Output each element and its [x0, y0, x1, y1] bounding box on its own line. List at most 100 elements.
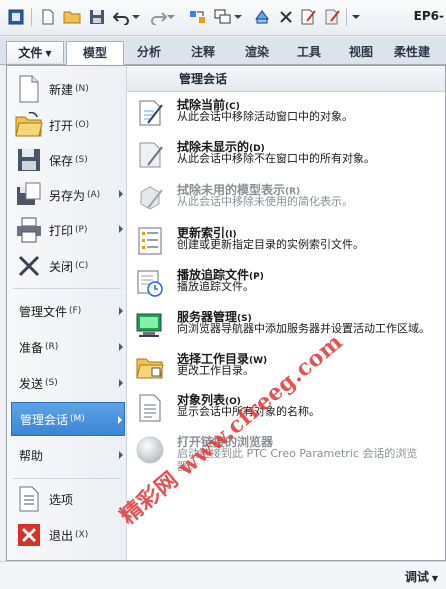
menu-separator	[13, 478, 121, 479]
menu-item-label: 管理文件	[19, 304, 68, 319]
menu-item-shortcut: (S)	[75, 155, 88, 165]
menu-item-label: 关闭	[49, 259, 74, 274]
submenu-item-play-trail-file[interactable]: 播放追踪文件(P) 播放追踪文件。	[127, 266, 445, 304]
menu-item-manage-file[interactable]: 管理文件 (F)	[11, 294, 125, 328]
submenu-item-erase-current[interactable]: 拭除当前(C) 从此会话中移除活动窗口中的对象。	[127, 96, 445, 136]
menu-item-label: 打印	[49, 223, 74, 238]
menu-item-shortcut: (A)	[87, 190, 101, 200]
tab-flexible-modeling[interactable]: 柔性建	[394, 41, 446, 63]
working-directory-folder-icon	[135, 352, 165, 382]
windows-dropdown-icon[interactable]	[233, 7, 243, 27]
tab-analysis[interactable]: 分析	[126, 41, 172, 63]
submenu-item-server-management[interactable]: 服务器管理(S) 向浏览器导航器中添加服务器并设置活动工作区域。	[127, 308, 445, 352]
debug-label: 调试	[404, 570, 429, 584]
menu-item-shortcut: (O)	[75, 120, 90, 130]
toolbar-separator	[31, 8, 32, 26]
undo-icon[interactable]	[112, 7, 132, 27]
app-window-icon[interactable]	[6, 7, 26, 27]
menu-item-prepare[interactable]: 准备 (R)	[11, 330, 125, 364]
menu-item-label: 发送	[19, 376, 44, 391]
file-tab-label: 文件	[18, 46, 43, 60]
file-menu-tab[interactable]: 文件 ▼	[6, 41, 64, 63]
submenu-item-update-index[interactable]: 更新索引(I) 创建或更新指定目录的实例索引文件。	[127, 224, 445, 262]
menu-separator	[13, 288, 121, 289]
file-menu-left-column: 新建 (N) 打开 (O) 保存 (S) 另存为 (A) 打印 (P) 关闭 (…	[7, 66, 127, 560]
menu-item-label: 选项	[49, 492, 74, 507]
menu-item-shortcut: (N)	[75, 84, 89, 94]
tab-render[interactable]: 渲染	[234, 41, 280, 63]
save-as-icon	[15, 181, 43, 209]
chevron-down-icon: ▼	[45, 48, 52, 58]
menu-item-exit[interactable]: 退出 (X)	[11, 518, 125, 552]
printer-icon	[15, 216, 43, 244]
index-list-icon	[135, 226, 165, 256]
submenu-arrow-icon	[119, 451, 123, 459]
redo-icon[interactable]	[148, 7, 168, 27]
open-folder-icon[interactable]	[62, 7, 82, 27]
new-file-icon[interactable]	[38, 7, 58, 27]
submenu-arrow-icon	[119, 225, 123, 233]
menu-item-label: 新建	[49, 82, 74, 97]
tab-tools[interactable]: 工具	[286, 41, 332, 63]
ribbon-tab-bar: 文件 ▼ 模型 分析 注释 渲染 工具 视图 柔性建	[0, 37, 446, 65]
menu-item-manage-session[interactable]: 管理会话 (M)	[11, 402, 125, 436]
menu-item-help[interactable]: 帮助	[11, 438, 125, 472]
windows-icon[interactable]	[213, 7, 233, 27]
debug-dropdown[interactable]: 调试 ▼	[405, 568, 438, 585]
submenu-arrow-icon	[119, 343, 123, 351]
submenu-arrow-icon	[118, 416, 122, 424]
menu-item-send[interactable]: 发送 (S)	[11, 366, 125, 400]
menu-item-shortcut: (F)	[69, 306, 82, 316]
menu-item-new[interactable]: 新建 (N)	[11, 72, 125, 106]
menu-item-save[interactable]: 保存 (S)	[11, 143, 125, 177]
tab-annotate[interactable]: 注释	[180, 41, 226, 63]
submenu-arrow-icon	[119, 190, 123, 198]
save-disk-icon	[15, 146, 43, 174]
tab-view[interactable]: 视图	[338, 41, 384, 63]
submenu-item-description: 播放追踪文件。	[177, 280, 254, 293]
menu-item-open[interactable]: 打开 (O)	[11, 108, 125, 142]
close-x-icon	[15, 252, 43, 280]
menu-item-close[interactable]: 关闭 (C)	[11, 249, 125, 283]
regenerate-icon[interactable]	[188, 7, 208, 27]
submenu-arrow-icon	[119, 379, 123, 387]
menu-item-shortcut: (R)	[45, 342, 59, 352]
menu-item-print[interactable]: 打印 (P)	[11, 213, 125, 247]
open-folder-icon	[15, 111, 43, 139]
options-list-icon	[15, 485, 43, 513]
menu-item-save-as[interactable]: 另存为 (A)	[11, 178, 125, 212]
toolbar-separator	[346, 8, 347, 26]
menu-item-label: 打开	[49, 118, 74, 133]
erase-not-displayed-icon[interactable]	[322, 7, 342, 27]
file-menu-panel: 新建 (N) 打开 (O) 保存 (S) 另存为 (A) 打印 (P) 关闭 (…	[6, 65, 446, 561]
menu-item-label: 管理会话	[20, 412, 69, 427]
customize-toolbar-dropdown-icon[interactable]	[350, 7, 362, 27]
menu-item-label: 帮助	[19, 448, 44, 463]
menu-item-shortcut: (X)	[75, 530, 89, 540]
submenu-item-description: 创建或更新指定目录的实例索引文件。	[177, 238, 364, 251]
undo-dropdown-icon[interactable]	[131, 7, 141, 27]
object-list-document-icon	[135, 393, 165, 423]
save-icon[interactable]	[87, 7, 107, 27]
erase-icon[interactable]	[276, 7, 296, 27]
menu-item-shortcut: (P)	[75, 225, 88, 235]
menu-item-label: 退出	[49, 528, 74, 543]
submenu-item-description: 从此会话中移除不在窗口中的所有对象。	[177, 152, 375, 165]
submenu-item-description: 从此会话中移除未使用的简化表示。	[177, 195, 353, 208]
trail-file-clock-icon	[135, 268, 165, 298]
submenu-header: 管理会话	[127, 66, 445, 92]
quick-access-toolbar: EP6-	[0, 0, 446, 36]
menu-item-shortcut: (C)	[75, 261, 89, 271]
submenu-item-erase-not-displayed[interactable]: 拭除未显示的(D) 从此会话中移除不在窗口中的所有对象。	[127, 138, 445, 186]
menu-item-shortcut: (M)	[70, 414, 85, 424]
tab-model[interactable]: 模型	[66, 41, 124, 65]
submenu-item-description: 显示会话中所有对象的名称。	[177, 405, 320, 418]
window-close-icon[interactable]	[252, 7, 272, 27]
menu-item-options[interactable]: 选项	[11, 482, 125, 516]
chevron-down-icon: ▼	[431, 574, 438, 583]
erase-not-displayed-icon	[135, 140, 165, 170]
submenu-item-description: 向浏览器导航器中添加服务器并设置活动工作区域。	[177, 322, 430, 335]
redo-dropdown-icon[interactable]	[166, 7, 176, 27]
erase-current-icon[interactable]	[298, 7, 318, 27]
exit-red-x-icon	[15, 521, 43, 549]
